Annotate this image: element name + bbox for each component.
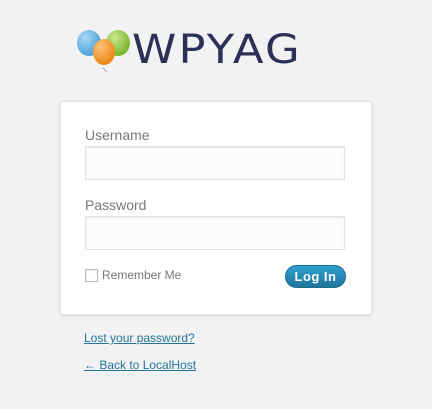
logo-text: WPYAG xyxy=(132,27,302,73)
login-button[interactable]: Log In xyxy=(285,265,346,288)
username-label: Username xyxy=(85,127,150,143)
lost-password-link[interactable]: Lost your password? xyxy=(84,331,195,345)
username-input[interactable] xyxy=(85,146,345,180)
remember-me-label: Remember Me xyxy=(102,268,182,282)
back-to-site-link[interactable]: ← Back to LocalHost xyxy=(84,358,196,372)
balloons-icon xyxy=(77,30,130,72)
remember-me[interactable]: Remember Me xyxy=(85,268,181,282)
password-input[interactable] xyxy=(85,216,345,250)
remember-me-checkbox[interactable] xyxy=(85,268,98,282)
site-logo[interactable]: WPYAG xyxy=(76,28,351,72)
password-label: Password xyxy=(85,197,147,213)
login-form: Username Password Remember Me Log In xyxy=(60,101,372,315)
